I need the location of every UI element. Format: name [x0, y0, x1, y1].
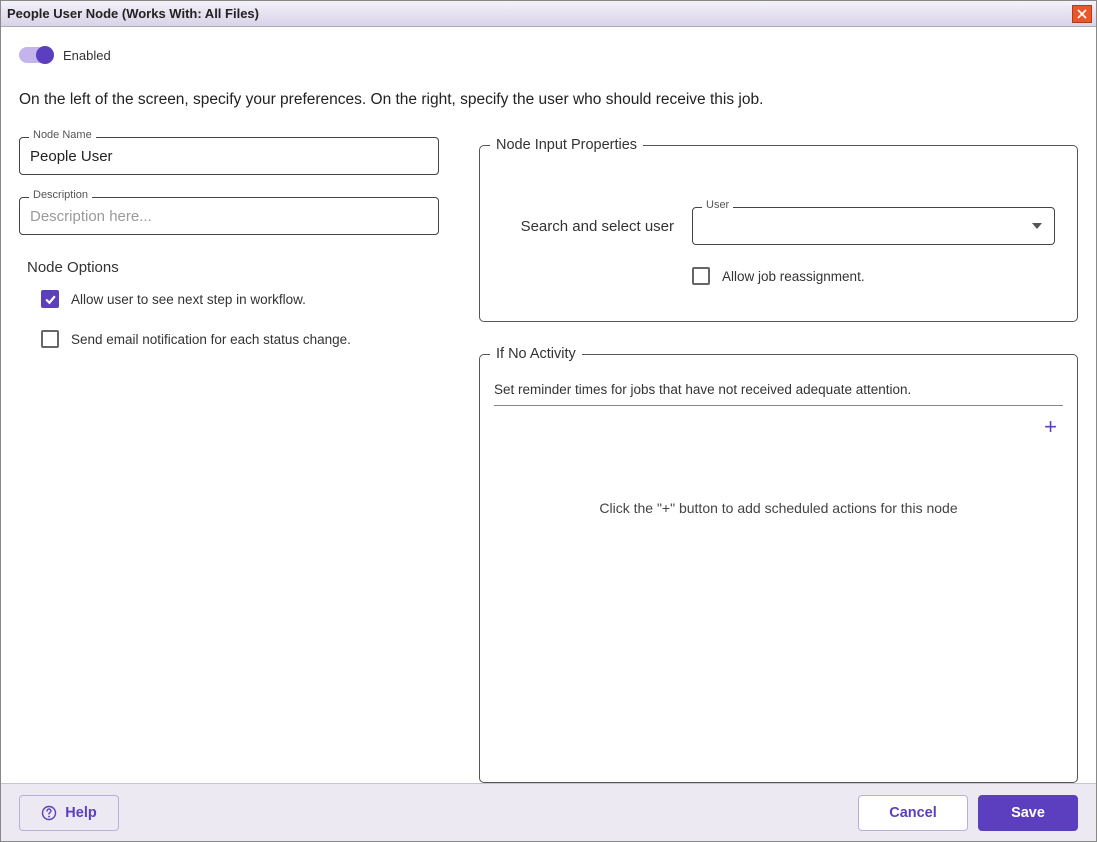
help-label: Help [65, 805, 96, 821]
opt-email-row: Send email notification for each status … [41, 330, 439, 348]
intro-text: On the left of the screen, specify your … [19, 91, 1078, 109]
search-select-label: Search and select user [502, 218, 674, 235]
check-icon [44, 293, 57, 306]
opt-email-checkbox[interactable] [41, 330, 59, 348]
reassign-checkbox[interactable] [692, 267, 710, 285]
empty-actions-message: Click the "+" button to add scheduled ac… [494, 440, 1063, 722]
add-action-button[interactable]: + [1038, 414, 1063, 440]
noactivity-legend: If No Activity [490, 346, 582, 362]
left-column: Node Name Description Node Options Allow… [19, 137, 439, 783]
user-select-row: Search and select user User [502, 207, 1055, 245]
cancel-label: Cancel [889, 805, 937, 821]
reminder-text: Set reminder times for jobs that have no… [494, 382, 1063, 406]
enabled-label: Enabled [63, 48, 111, 63]
opt-allow-see-checkbox[interactable] [41, 290, 59, 308]
opt-allow-see-row: Allow user to see next step in workflow. [41, 290, 439, 308]
if-no-activity-group: If No Activity Set reminder times for jo… [479, 346, 1078, 783]
description-label: Description [29, 189, 92, 201]
reassign-row: Allow job reassignment. [692, 267, 1055, 285]
enabled-toggle[interactable] [19, 47, 53, 63]
footer: Help Cancel Save [1, 783, 1096, 841]
node-name-label: Node Name [29, 129, 96, 141]
node-options-title: Node Options [27, 259, 439, 276]
node-input-properties-group: Node Input Properties Search and select … [479, 137, 1078, 322]
dialog-window: People User Node (Works With: All Files)… [0, 0, 1097, 842]
close-icon [1077, 9, 1087, 19]
close-button[interactable] [1072, 5, 1092, 23]
opt-email-label: Send email notification for each status … [71, 332, 351, 347]
columns: Node Name Description Node Options Allow… [19, 137, 1078, 783]
opt-allow-see-label: Allow user to see next step in workflow. [71, 292, 306, 307]
save-label: Save [1011, 805, 1045, 821]
node-name-input[interactable] [19, 137, 439, 175]
toggle-knob [36, 46, 54, 64]
user-select-wrap: User [692, 207, 1055, 245]
save-button[interactable]: Save [978, 795, 1078, 831]
content-area: Enabled On the left of the screen, speci… [1, 27, 1096, 783]
node-name-field: Node Name [19, 137, 439, 175]
user-select[interactable] [692, 207, 1055, 245]
user-field-label: User [702, 199, 733, 211]
cancel-button[interactable]: Cancel [858, 795, 968, 831]
chevron-down-icon [1032, 223, 1042, 229]
right-column: Node Input Properties Search and select … [479, 137, 1078, 783]
plus-icon: + [1044, 414, 1057, 439]
enabled-row: Enabled [19, 41, 1078, 69]
description-field: Description [19, 197, 439, 235]
help-icon [41, 805, 57, 821]
nip-legend: Node Input Properties [490, 137, 643, 153]
titlebar: People User Node (Works With: All Files) [1, 1, 1096, 27]
description-input[interactable] [19, 197, 439, 235]
reassign-label: Allow job reassignment. [722, 269, 865, 284]
help-button[interactable]: Help [19, 795, 119, 831]
window-title: People User Node (Works With: All Files) [7, 6, 259, 21]
